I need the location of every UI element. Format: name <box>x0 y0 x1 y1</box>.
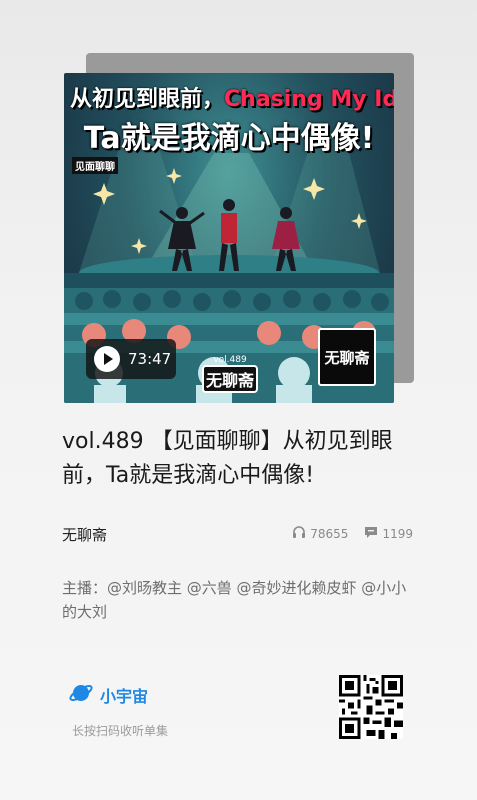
cover-brand-small: 见面聊聊 <box>72 157 118 174</box>
comment-count: 1199 <box>382 526 413 541</box>
app-brand: 小宇宙 <box>68 680 148 710</box>
play-icon <box>94 346 120 372</box>
cover-title-accent: Chasing My Idol <box>224 87 394 112</box>
play-button[interactable]: 73:47 <box>86 339 176 379</box>
podcast-logo: 无聊斋 <box>318 328 376 386</box>
scan-hint: 长按扫码收听单集 <box>72 724 169 738</box>
comment-icon <box>364 525 378 542</box>
podcast-name[interactable]: 无聊斋 <box>62 524 107 545</box>
share-card: 从初见到眼前，Chasing My Idol Ta就是我滴心中偶像! 见面聊聊 … <box>0 0 477 800</box>
qr-code[interactable] <box>339 675 403 739</box>
episode-duration: 73:47 <box>128 350 172 368</box>
cover-vol-logo-name: 无聊斋 <box>202 365 258 393</box>
app-brand-name: 小宇宙 <box>100 687 149 706</box>
cover-title-line1: 从初见到眼前，Chasing My Idol <box>70 81 394 113</box>
cover-title-prefix: 从初见到眼前， <box>70 87 225 112</box>
hosts-list: 主播：@刘旸教主 @六兽 @奇妙进化赖皮虾 @小小的大刘 <box>62 579 407 621</box>
cover-title-line2: Ta就是我滴心中偶像! <box>83 121 375 156</box>
cover-vol-label: vol.489 <box>213 355 247 365</box>
episode-stats: 78655 1199 <box>292 525 413 542</box>
episode-title: vol.489 【见面聊聊】从初见到眼前，Ta就是我滴心中偶像! <box>62 429 393 488</box>
headphones-icon <box>292 525 306 542</box>
play-count: 78655 <box>310 526 349 541</box>
episode-cover[interactable]: 从初见到眼前，Chasing My Idol Ta就是我滴心中偶像! 见面聊聊 … <box>64 73 394 403</box>
planet-icon <box>68 680 94 710</box>
cover-vol-logo: vol.489 无聊斋 <box>202 355 258 393</box>
